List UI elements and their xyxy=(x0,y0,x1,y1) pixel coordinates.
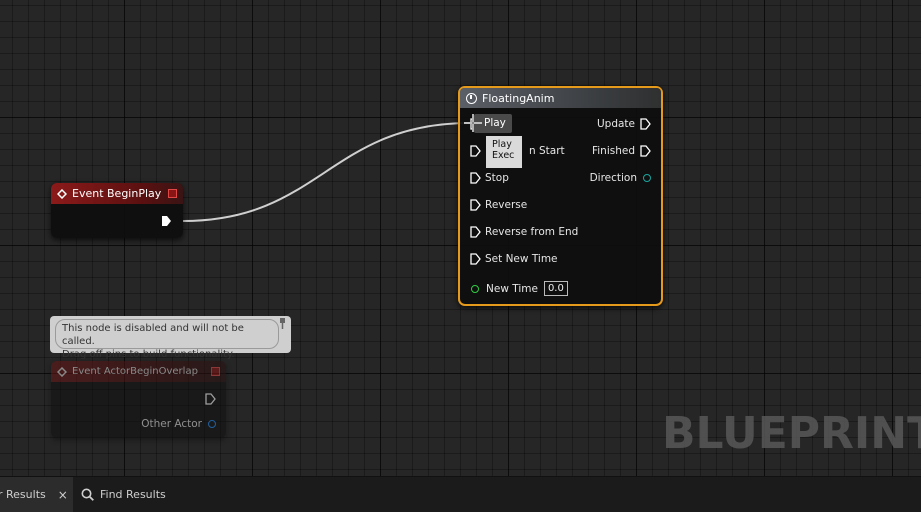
exec-pin-icon xyxy=(470,172,481,184)
pin-tooltip: Play Exec xyxy=(486,136,522,168)
node-header: Event BeginPlay xyxy=(51,183,183,204)
blueprint-watermark: BLUEPRINT xyxy=(662,408,921,459)
pin-reverse-from-end[interactable]: Reverse from End xyxy=(470,226,578,238)
close-icon[interactable]: × xyxy=(58,488,68,502)
object-pin-icon xyxy=(208,420,216,428)
tooltip-type: Exec xyxy=(492,150,515,161)
exec-pin-icon xyxy=(640,118,651,130)
enum-pin-icon xyxy=(643,174,651,182)
exec-pin-icon xyxy=(640,145,651,157)
pin-label: Set New Time xyxy=(485,253,558,265)
pin-label: Reverse xyxy=(485,199,528,211)
pin-label: Finished xyxy=(591,145,635,157)
tab-label: Find Results xyxy=(100,488,166,501)
pin-new-time[interactable]: New Time 0.0 xyxy=(471,281,568,296)
event-actorbeginoverlap-node[interactable]: Event ActorBeginOverlap Other Actor xyxy=(51,361,226,438)
event-diamond-icon xyxy=(57,366,67,377)
blueprint-graph[interactable]: Event BeginPlay FloatingAnim n Start Sto… xyxy=(0,0,921,476)
node-title: Event ActorBeginOverlap xyxy=(72,366,198,377)
new-time-input[interactable]: 0.0 xyxy=(543,281,568,296)
node-title: FloatingAnim xyxy=(482,91,555,105)
pin-stop[interactable]: Stop xyxy=(470,172,509,184)
tab-find-results[interactable]: Find Results xyxy=(73,477,173,512)
pin-reverse[interactable]: Reverse xyxy=(470,199,527,211)
exec-pin-icon xyxy=(470,199,481,211)
pin-finished[interactable]: Finished xyxy=(592,145,651,157)
tab-label: r Results xyxy=(0,488,46,501)
comment-line: This node is disabled and will not be ca… xyxy=(62,323,244,347)
bottom-tab-bar: r Results × Find Results xyxy=(0,476,921,512)
node-header: FloatingAnim xyxy=(460,88,661,108)
stop-icon xyxy=(168,189,177,198)
pin-label: Other Actor xyxy=(141,418,202,430)
tooltip-title: Play xyxy=(492,139,512,150)
pin-icon[interactable] xyxy=(278,318,287,329)
pin-label: Reverse from End xyxy=(485,226,579,238)
exec-pin-icon[interactable] xyxy=(161,215,172,227)
exec-pin-icon[interactable] xyxy=(205,393,216,405)
node-header: Event ActorBeginOverlap xyxy=(51,361,226,382)
pin-other-actor[interactable]: Other Actor xyxy=(141,418,216,430)
event-beginplay-node[interactable]: Event BeginPlay xyxy=(51,183,183,238)
pin-update[interactable]: Update xyxy=(597,118,651,130)
comment-line: Drag off pins to build functionality. xyxy=(62,349,235,360)
comment-text: This node is disabled and will not be ca… xyxy=(55,319,279,360)
pin-label: Direction xyxy=(589,172,637,184)
pin-label: New Time xyxy=(486,282,538,295)
disabled-comment-bubble: This node is disabled and will not be ca… xyxy=(50,316,291,360)
pin-label: Update xyxy=(596,118,635,130)
exec-pin-icon xyxy=(470,253,481,265)
search-icon xyxy=(81,488,94,501)
node-title: Event BeginPlay xyxy=(72,187,162,200)
crosshair-cursor-icon xyxy=(464,114,482,132)
exec-pin-icon xyxy=(470,226,481,238)
pin-label: Stop xyxy=(485,172,509,184)
exec-pin-icon xyxy=(470,145,481,157)
float-pin-icon xyxy=(471,284,479,293)
stop-icon xyxy=(211,367,220,376)
pin-direction[interactable]: Direction xyxy=(590,172,651,184)
pin-set-new-time[interactable]: Set New Time xyxy=(470,253,558,265)
pin-label: n Start xyxy=(529,145,565,157)
tab-compiler-results[interactable]: r Results × xyxy=(0,477,73,512)
clock-icon xyxy=(466,92,477,104)
pin-label: Play xyxy=(484,117,506,129)
event-diamond-icon xyxy=(57,188,67,199)
